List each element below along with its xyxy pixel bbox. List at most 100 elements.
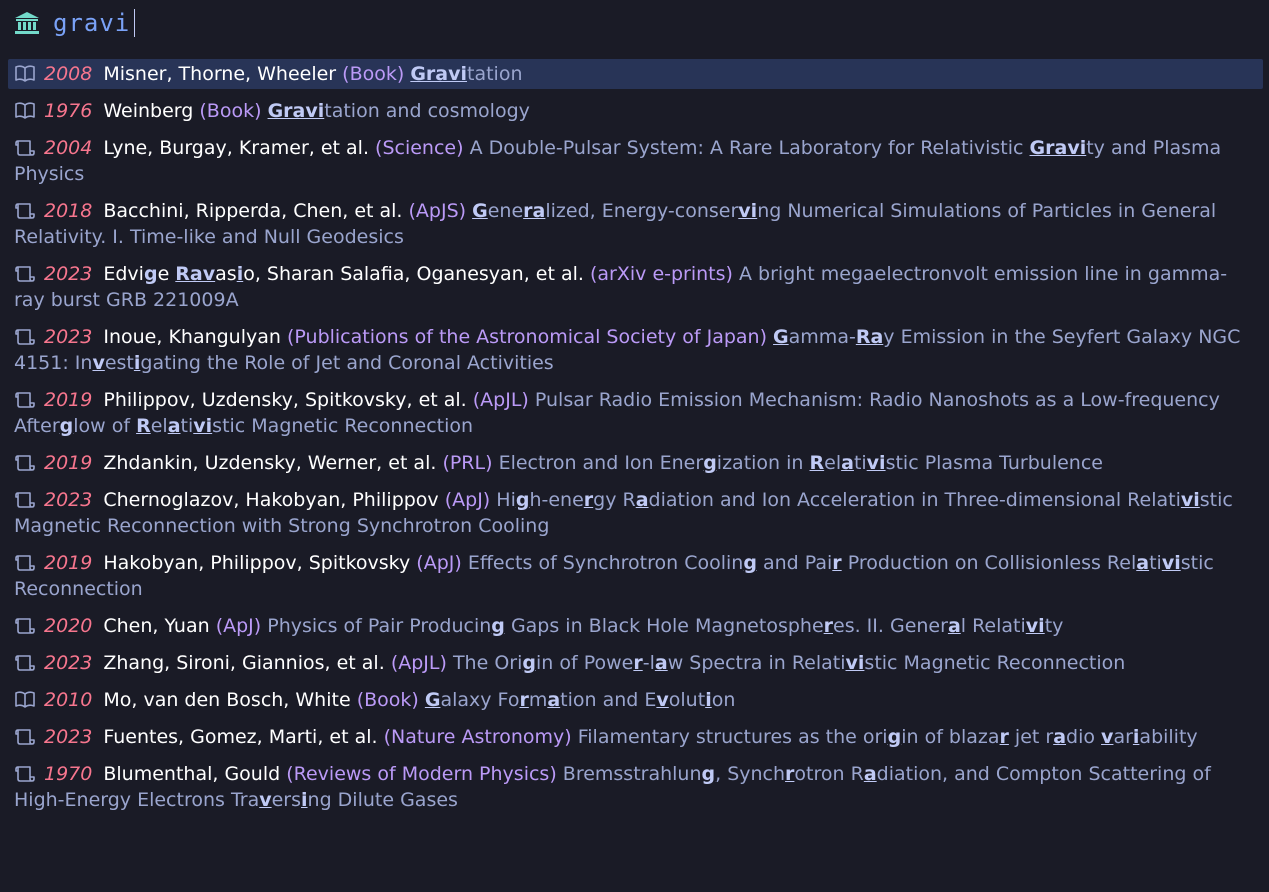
text-segment: otron R [794,763,864,785]
text-segment: ers [271,789,302,811]
text-segment: ar [1113,726,1133,748]
result-authors: Philippov, Uzdensky, Spitkovsky, et al. [103,389,466,411]
result-item[interactable]: 2019 Philippov, Uzdensky, Spitkovsky, et … [8,387,1263,439]
match-highlight: a [547,689,561,711]
scroll-icon [15,392,35,408]
text-cursor [134,9,136,37]
scroll-icon [15,766,35,782]
text-segment: olut [668,689,706,711]
text-segment: ng Dilute Gases [307,789,458,811]
match-highlight: R [809,452,825,474]
result-item[interactable]: 2004 Lyne, Burgay, Kramer, et al. (Scienc… [8,135,1263,187]
text-segment: Fuentes, Gomez, Marti, et al. [103,726,378,748]
match-highlight: a [841,452,854,474]
text-segment: Electron and Ion Ener [498,452,704,474]
text-segment: Hakobyan, Philippov, Spitkovsky [103,552,411,574]
scroll-icon [15,729,35,745]
match-highlight: ra [523,200,546,222]
match-highlight: r [832,552,842,574]
match-highlight: g [701,763,716,785]
match-highlight: vi [1161,552,1181,574]
text-segment: h-ene [529,489,584,511]
result-item[interactable]: 1976 Weinberg (Book) Gravitation and cosm… [8,98,1263,124]
text-segment: low of [73,415,137,437]
text-segment: e [157,263,176,285]
result-journal: (Science) [375,137,464,159]
result-year: 2023 [44,652,93,674]
result-item[interactable]: 2023 Chernoglazov, Hakobyan, Philippov (A… [8,487,1263,539]
result-item-selected[interactable]: 2008 Misner, Thorne, Wheeler (Book) Gravi… [8,59,1263,89]
text-segment: stic Plasma Turbulence [885,452,1103,474]
match-highlight: R [136,415,151,437]
text-segment: Physics of Pair Producin [267,615,492,637]
result-year: 1970 [44,763,93,785]
text-segment: l Relati [960,615,1026,637]
result-item[interactable]: 2023 Edvige Ravasio, Sharan Salafia, Ogan… [8,261,1263,313]
text-segment: Gaps in Black Hole Magnetosphe [504,615,824,637]
match-highlight: a [167,415,181,437]
result-journal: (PRL) [442,452,493,474]
text-segment: Production on Collisionless Rel [841,552,1137,574]
text-segment: ability [1139,726,1198,748]
result-journal: (Publications of the Astronomical Societ… [286,326,767,348]
result-item[interactable]: 2023 Zhang, Sironi, Giannios, et al. (ApJ… [8,650,1263,676]
result-title: Physics of Pair Producing Gaps in Black … [267,615,1063,637]
text-segment: in of blaza [901,726,1000,748]
match-highlight: g [887,726,902,748]
text-segment: ti [180,415,194,437]
result-title: Gravitation [410,63,522,85]
book-icon [15,65,35,82]
text-segment: -l [642,652,655,674]
text-segment: Zhang, Sironi, Giannios, et al. [103,652,385,674]
text-segment: alaxy Fo [440,689,520,711]
result-year: 2020 [44,615,93,637]
text-segment: ene [487,200,524,222]
match-highlight: G [472,200,488,222]
result-authors: Inoue, Khangulyan [103,326,281,348]
scroll-icon [15,329,35,345]
search-prompt[interactable]: gravi [0,0,1269,46]
match-highlight: vi [193,415,213,437]
text-segment: tion and E [560,689,657,711]
text-segment: Effects of Synchrotron Coolin [467,552,744,574]
match-highlight: v [92,352,105,374]
match-highlight: Gravi [1029,137,1087,159]
result-item[interactable]: 2010 Mo, van den Bosch, White (Book) Gala… [8,687,1263,713]
text-segment: ization in [716,452,810,474]
text-segment: Chen, Yuan [103,615,210,637]
text-segment: Misner, Thorne, Wheeler [103,63,337,85]
match-highlight: vi [845,652,865,674]
search-input[interactable]: gravi [53,9,136,37]
result-item[interactable]: 2019 Zhdankin, Uzdensky, Werner, et al. (… [8,450,1263,476]
result-item[interactable]: 2019 Hakobyan, Philippov, Spitkovsky (ApJ… [8,550,1263,602]
match-highlight: Rav [175,263,216,285]
text-segment: Philippov, Uzdensky, Spitkovsky, et al. [103,389,467,411]
result-item[interactable]: 1970 Blumenthal, Gould (Reviews of Modern… [8,761,1263,813]
result-item[interactable]: 2023 Fuentes, Gomez, Marti, et al. (Natur… [8,724,1263,750]
text-segment: , Synch [715,763,786,785]
match-highlight: r [519,689,529,711]
result-item[interactable]: 2020 Chen, Yuan (ApJ) Physics of Pair Pro… [8,613,1263,639]
result-year: 2004 [44,137,93,159]
result-title: Gravitation and cosmology [268,100,530,122]
match-highlight: v [656,689,669,711]
result-title: Filamentary structures as the origin of … [578,726,1198,748]
match-highlight: r [583,489,594,511]
result-year: 2010 [44,689,93,711]
match-highlight: g [522,652,536,674]
text-segment: Hi [496,489,516,511]
result-item[interactable]: 2018 Bacchini, Ripperda, Chen, et al. (Ap… [8,198,1263,250]
result-item[interactable]: 2023 Inoue, Khangulyan (Publications of t… [8,324,1263,376]
text-segment: lized, Energy-conser [545,200,739,222]
text-segment: jet r [1008,726,1054,748]
result-journal: (Book) [342,63,405,85]
result-year: 2023 [44,326,93,348]
result-journal: (ApJ) [416,552,462,574]
match-highlight: r [823,615,834,637]
match-highlight: Gravi [410,63,468,85]
book-icon [15,102,35,119]
match-highlight: vi [1025,615,1045,637]
text-segment: Bremsstrahlun [562,763,702,785]
match-highlight: Ra [855,326,884,348]
scroll-icon [15,618,35,634]
